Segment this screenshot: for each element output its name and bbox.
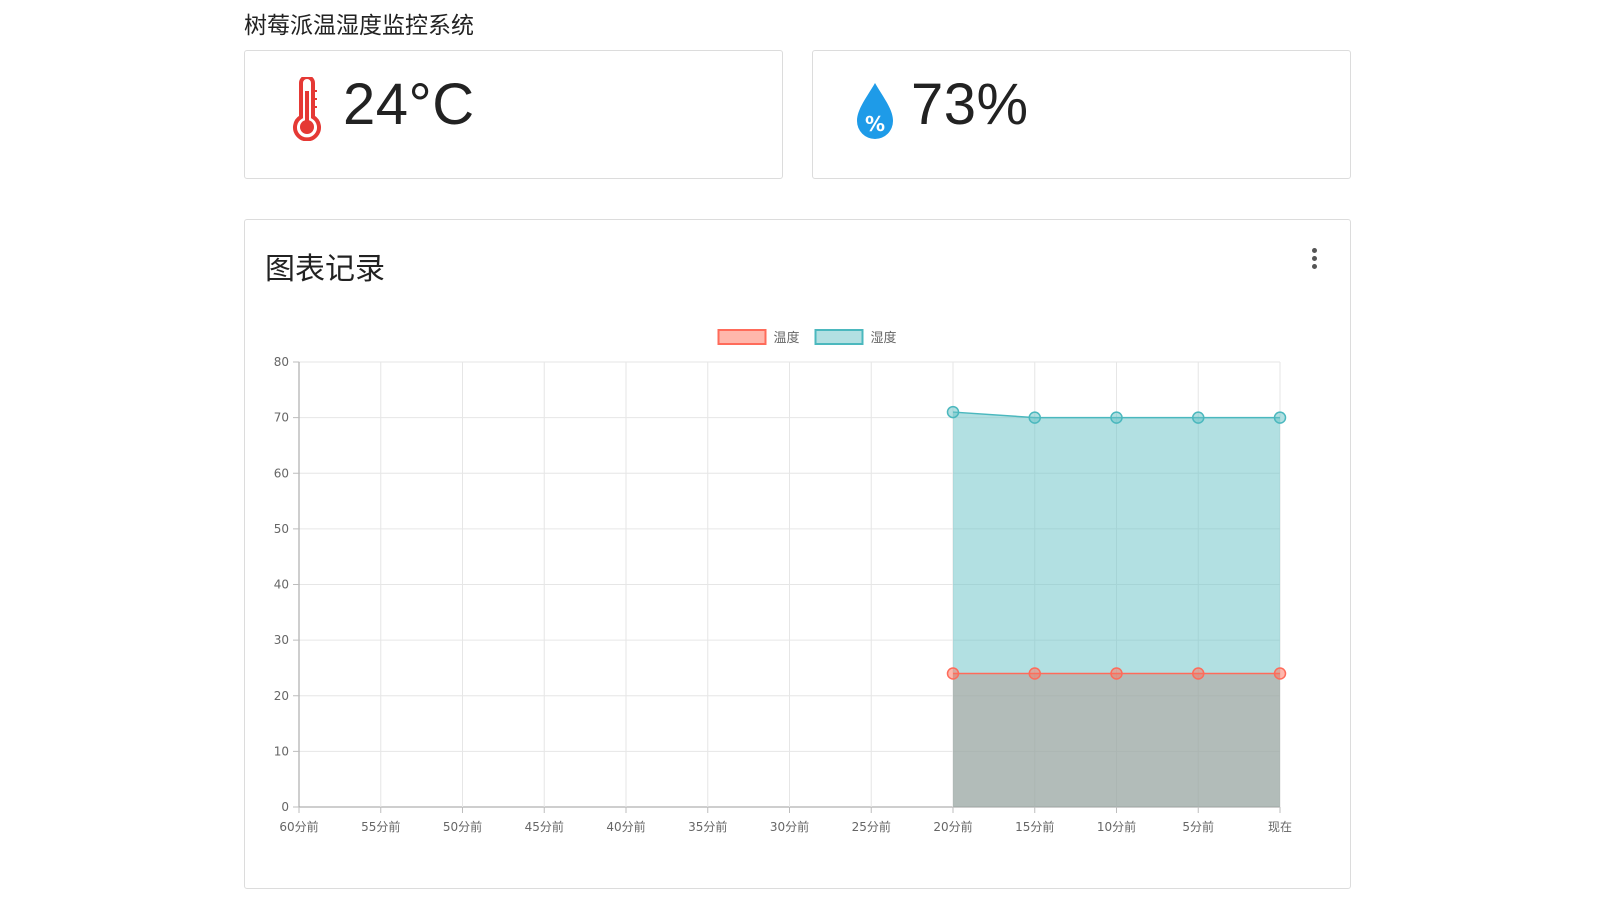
chart: 0 10 20 30 40 50 60 70 80 60分前 55分前 50分前 45分前 40分前 35分… (274, 329, 1292, 834)
y-tick-label: 40 (274, 578, 289, 592)
x-tick-label: 60分前 (279, 819, 318, 834)
x-tick-label: 10分前 (1097, 819, 1136, 834)
temperature-value: 24°C (343, 72, 475, 137)
legend-label-0: 温度 (774, 330, 800, 346)
x-tick-label: 45分前 (525, 819, 564, 834)
legend-label-1: 湿度 (871, 330, 897, 346)
app-title: 树莓派温湿度监控系统 (244, 13, 474, 39)
data-point (1192, 667, 1205, 680)
humidity-card: % 73% (812, 50, 1351, 179)
data-point (1273, 411, 1287, 424)
chart-card: 图表记录 0 10 20 30 40 50 60 70 80 60分前 55分前 50分前 45分前 40… (244, 219, 1351, 889)
humidity-value: 73% (911, 72, 1029, 137)
data-point (1110, 667, 1123, 680)
data-point (1028, 411, 1041, 424)
x-tick-label: 40分前 (606, 819, 645, 834)
data-point (946, 667, 960, 680)
y-tick-label: 50 (274, 522, 289, 536)
legend-swatch-0 (717, 329, 767, 345)
data-point (1110, 411, 1123, 424)
y-tick-label: 10 (274, 744, 289, 758)
y-tick-label: 80 (274, 355, 289, 369)
y-tick-label: 60 (274, 466, 289, 480)
chart-legend: 温度 湿度 (717, 329, 897, 346)
x-tick-label: 15分前 (1015, 819, 1054, 834)
y-tick-label: 30 (274, 633, 289, 647)
data-point (1192, 411, 1205, 424)
data-point (946, 405, 960, 419)
temperature-card: 24°C (244, 50, 783, 179)
thermometer-icon (293, 77, 321, 141)
x-tick-label: 30分前 (770, 819, 809, 834)
svg-text:%: % (865, 112, 885, 136)
x-tick-label: 25分前 (852, 819, 891, 834)
y-tick-label: 70 (274, 411, 289, 425)
series-area-1 (953, 412, 1280, 807)
x-tick-label: 35分前 (688, 819, 727, 834)
y-tick-label: 0 (281, 800, 289, 814)
x-tick-label: 现在 (1268, 820, 1292, 834)
data-point (1028, 667, 1041, 680)
x-tick-label: 5分前 (1182, 819, 1214, 834)
chart-areas (953, 412, 1280, 807)
data-point (1273, 667, 1287, 680)
x-tick-label: 55分前 (361, 819, 400, 834)
x-tick-label: 50分前 (443, 819, 482, 834)
water-percent-icon: % (857, 83, 893, 139)
legend-swatch-1 (814, 329, 864, 345)
x-tick-label: 20分前 (933, 819, 972, 834)
y-tick-label: 20 (274, 689, 289, 703)
